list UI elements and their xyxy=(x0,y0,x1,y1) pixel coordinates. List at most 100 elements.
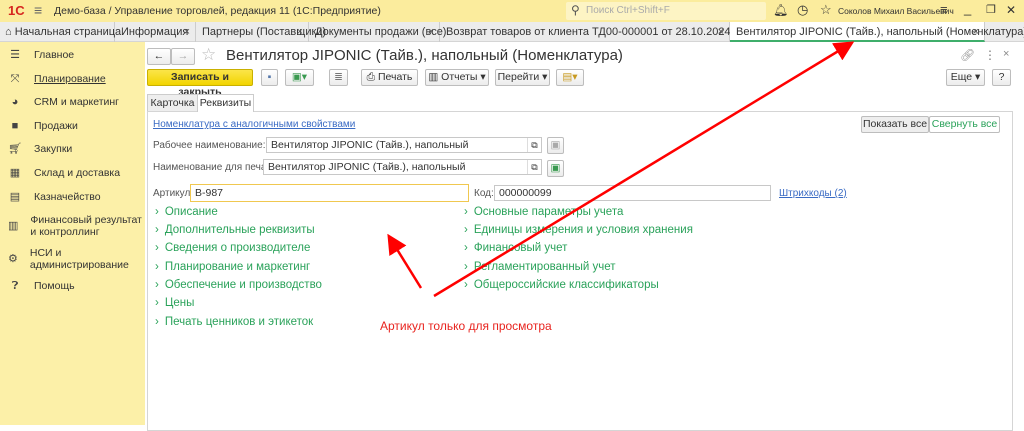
edit-name-button[interactable]: ▣ xyxy=(547,137,564,154)
barcodes-link[interactable]: Штрихкоды (2) xyxy=(779,188,847,199)
open-icon[interactable]: ⧉ xyxy=(527,160,541,174)
collapse-all-button[interactable]: Свернуть все xyxy=(929,116,1000,133)
link-icon[interactable]: 🔗︎ xyxy=(960,48,975,62)
bag-icon: ■ xyxy=(11,120,19,132)
code-input[interactable]: 000000099 xyxy=(494,185,771,201)
more-button[interactable]: Еще ▾ xyxy=(946,69,985,86)
print-button[interactable]: ⎙ Печать xyxy=(361,69,418,86)
sidebar-item-main[interactable]: ☰ Главное xyxy=(8,49,74,61)
work-name-value: Вентилятор JIPONIC (Тайв.), напольный xyxy=(271,139,469,151)
close-tab-icon[interactable]: × xyxy=(428,22,434,42)
close-tab-icon[interactable]: × xyxy=(297,22,303,42)
coins-icon: ▤ xyxy=(9,191,21,203)
cart-icon: 🛒︎ xyxy=(8,143,22,155)
group-label: Планирование и маркетинг xyxy=(164,261,311,273)
settings-menu-icon[interactable]: ≡ xyxy=(940,2,948,17)
menu-icon[interactable]: ≡ xyxy=(34,2,42,18)
group-label: Сведения о производителе xyxy=(164,242,311,254)
tab-item[interactable]: Вентилятор JIPONIC (Тайв.), напольный (Н… xyxy=(730,22,1024,42)
group-label: Описание xyxy=(164,206,218,218)
sidebar-item-purchases[interactable]: 🛒︎ Закупки xyxy=(8,143,72,155)
group-planning[interactable]: › Планирование и маркетинг xyxy=(155,261,310,273)
sidebar-item-sales[interactable]: ■ Продажи xyxy=(8,120,78,132)
tab-label: Возврат товаров от клиента ТД00-000001 о… xyxy=(446,26,777,38)
save-button[interactable]: ▪ xyxy=(261,69,278,86)
tab-label: Информация xyxy=(121,26,189,38)
forward-button[interactable]: → xyxy=(171,48,195,65)
group-supply[interactable]: › Обеспечение и производство xyxy=(155,279,322,291)
annotation-text: Артикул только для просмотра xyxy=(380,319,552,333)
tab-home[interactable]: ⌂ Начальная страница xyxy=(0,22,121,42)
group-units[interactable]: › Единицы измерения и условия хранения xyxy=(464,224,693,236)
more-vert-icon[interactable]: ⋮ xyxy=(984,48,996,62)
home-icon: ⌂ xyxy=(5,26,12,38)
group-labels[interactable]: › Печать ценников и этикеток xyxy=(155,316,313,328)
goto-button[interactable]: Перейти ▾ xyxy=(495,69,550,86)
help-button[interactable]: ? xyxy=(992,69,1011,86)
tab-return[interactable]: Возврат товаров от клиента ТД00-000001 о… xyxy=(440,22,776,42)
article-input[interactable]: B-987 xyxy=(190,184,469,202)
work-name-input[interactable]: Вентилятор JIPONIC (Тайв.), напольный ⧉ xyxy=(266,137,542,153)
sidebar-item-treasury[interactable]: ▤ Казначейство xyxy=(8,191,101,203)
group-prices[interactable]: › Цены xyxy=(155,297,194,309)
close-tab-icon[interactable]: × xyxy=(973,22,979,42)
sidebar-item-warehouse[interactable]: ▦ Склад и доставка xyxy=(8,167,120,179)
sidebar-label: Помощь xyxy=(34,280,75,292)
group-label: Обеспечение и производство xyxy=(164,279,322,291)
group-description[interactable]: › Описание xyxy=(155,206,218,218)
sidebar-label: Финансовый результат и контроллинг xyxy=(30,214,142,238)
bell-icon[interactable]: 🔔︎ xyxy=(773,3,788,17)
sidebar-item-planning[interactable]: ⤧ Планирование xyxy=(8,73,106,85)
search-placeholder: Поиск Ctrl+Shift+F xyxy=(586,5,670,16)
group-accounting[interactable]: › Основные параметры учета xyxy=(464,206,623,218)
page-title: Вентилятор JIPONIC (Тайв.), напольный (Н… xyxy=(226,47,623,64)
minimize-icon[interactable]: _ xyxy=(964,1,971,16)
group-manufacturer[interactable]: › Сведения о производителе xyxy=(155,242,310,254)
search-input[interactable]: ⚲ Поиск Ctrl+Shift+F xyxy=(566,2,766,20)
open-icon[interactable]: ⧉ xyxy=(527,138,541,152)
save-and-close-button[interactable]: Записать и закрыть xyxy=(147,69,253,98)
history-icon[interactable]: ◷ xyxy=(797,2,808,18)
group-additional[interactable]: › Дополнительные реквизиты xyxy=(155,224,315,236)
favorite-star-icon[interactable]: ☆ xyxy=(201,45,216,65)
sidebar-label: Казначейство xyxy=(34,191,101,203)
print-name-label: Наименование для печати: xyxy=(153,162,280,173)
back-button[interactable]: ← xyxy=(147,48,171,65)
print-label: Печать xyxy=(377,71,413,83)
sidebar-item-admin[interactable]: ⚙ НСИ и администрирование xyxy=(8,247,129,271)
sidebar-label: НСИ и администрирование xyxy=(29,247,129,271)
close-tab-icon[interactable]: × xyxy=(718,22,724,42)
group-financial[interactable]: › Финансовый учет xyxy=(464,242,567,254)
tab-card[interactable]: Карточка xyxy=(147,94,198,112)
list-icon: ☰ xyxy=(10,49,20,61)
sidebar-label: Главное xyxy=(34,49,75,61)
similar-items-link[interactable]: Номенклатура с аналогичными свойствами xyxy=(153,119,355,130)
print-name-input[interactable]: Вентилятор JIPONIC (Тайв.), напольный ⧉ xyxy=(263,159,542,175)
sidebar-label: Склад и доставка xyxy=(34,167,121,179)
attach-button[interactable]: ▤▾ xyxy=(556,69,584,86)
restore-icon[interactable]: ❐ xyxy=(986,3,996,16)
user-name[interactable]: Соколов Михаил Васильевич xyxy=(838,6,954,16)
star-icon[interactable]: ☆ xyxy=(820,2,832,18)
sidebar-item-help[interactable]: ❓︎ Помощь xyxy=(8,280,75,292)
show-all-button[interactable]: Показать все xyxy=(861,116,929,133)
reports-button[interactable]: ▥ Отчеты ▾ xyxy=(425,69,489,86)
tab-info[interactable]: Информация × xyxy=(115,22,196,42)
document-button[interactable]: ≣ xyxy=(329,69,348,86)
sidebar-item-crm[interactable]: ◕ CRM и маркетинг xyxy=(8,96,119,108)
close-icon[interactable]: ✕ xyxy=(1006,3,1016,17)
tab-sales-docs[interactable]: Документы продажи (все) × xyxy=(309,22,446,42)
tab-label: Начальная страница xyxy=(14,26,122,38)
group-label: Финансовый учет xyxy=(473,242,568,254)
close-tab-icon[interactable]: × xyxy=(184,22,190,42)
sidebar-item-finance[interactable]: ▥ Финансовый результат и контроллинг xyxy=(8,214,143,238)
create-based-on-button[interactable]: ▣▾ xyxy=(285,69,314,86)
tab-requisites[interactable]: Реквизиты xyxy=(197,94,254,112)
work-name-label: Рабочее наименование: xyxy=(153,140,266,151)
group-classifiers[interactable]: › Общероссийские классификаторы xyxy=(464,279,659,291)
close-form-icon[interactable]: × xyxy=(1003,48,1009,60)
edit-print-name-button[interactable]: ▣ xyxy=(547,160,564,177)
tab-partners[interactable]: Партнеры (Поставщики) × xyxy=(196,22,326,42)
tab-label: Вентилятор JIPONIC (Тайв.), напольный (Н… xyxy=(736,26,1024,38)
group-regulated[interactable]: › Регламентированный учет xyxy=(464,261,616,273)
